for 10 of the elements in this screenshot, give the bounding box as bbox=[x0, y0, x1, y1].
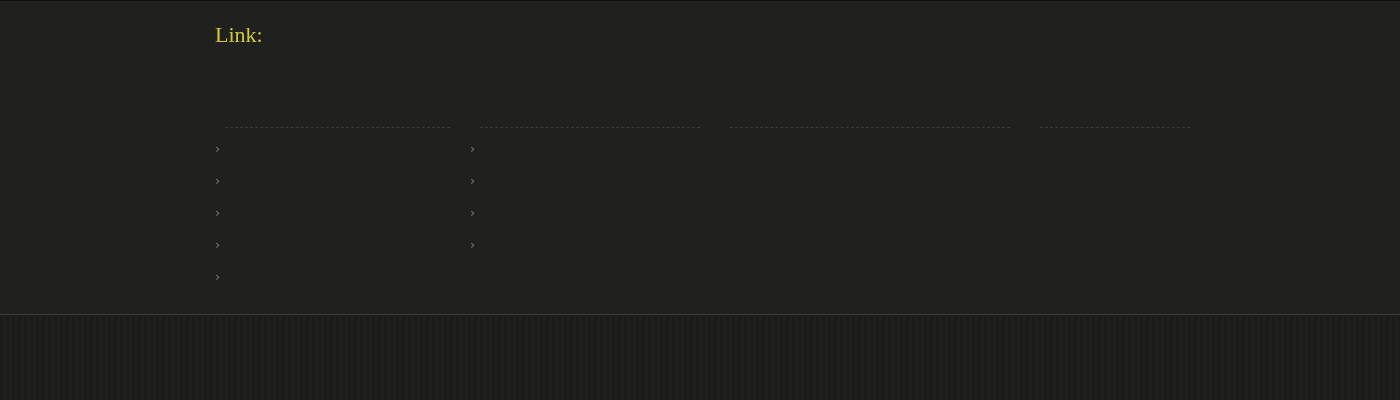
chevron-icon: › bbox=[215, 142, 221, 174]
chevron-icon: › bbox=[470, 142, 476, 174]
chevron-icon: › bbox=[215, 270, 221, 302]
chevron-icon: › bbox=[215, 206, 221, 238]
chevron-icon: › bbox=[215, 238, 221, 270]
chevron-icon: › bbox=[470, 238, 476, 270]
chevron-icon: › bbox=[470, 174, 476, 206]
chevron-icon: › bbox=[215, 174, 221, 206]
section-heading: Link: bbox=[215, 21, 263, 49]
chevron-icon: › bbox=[470, 206, 476, 238]
